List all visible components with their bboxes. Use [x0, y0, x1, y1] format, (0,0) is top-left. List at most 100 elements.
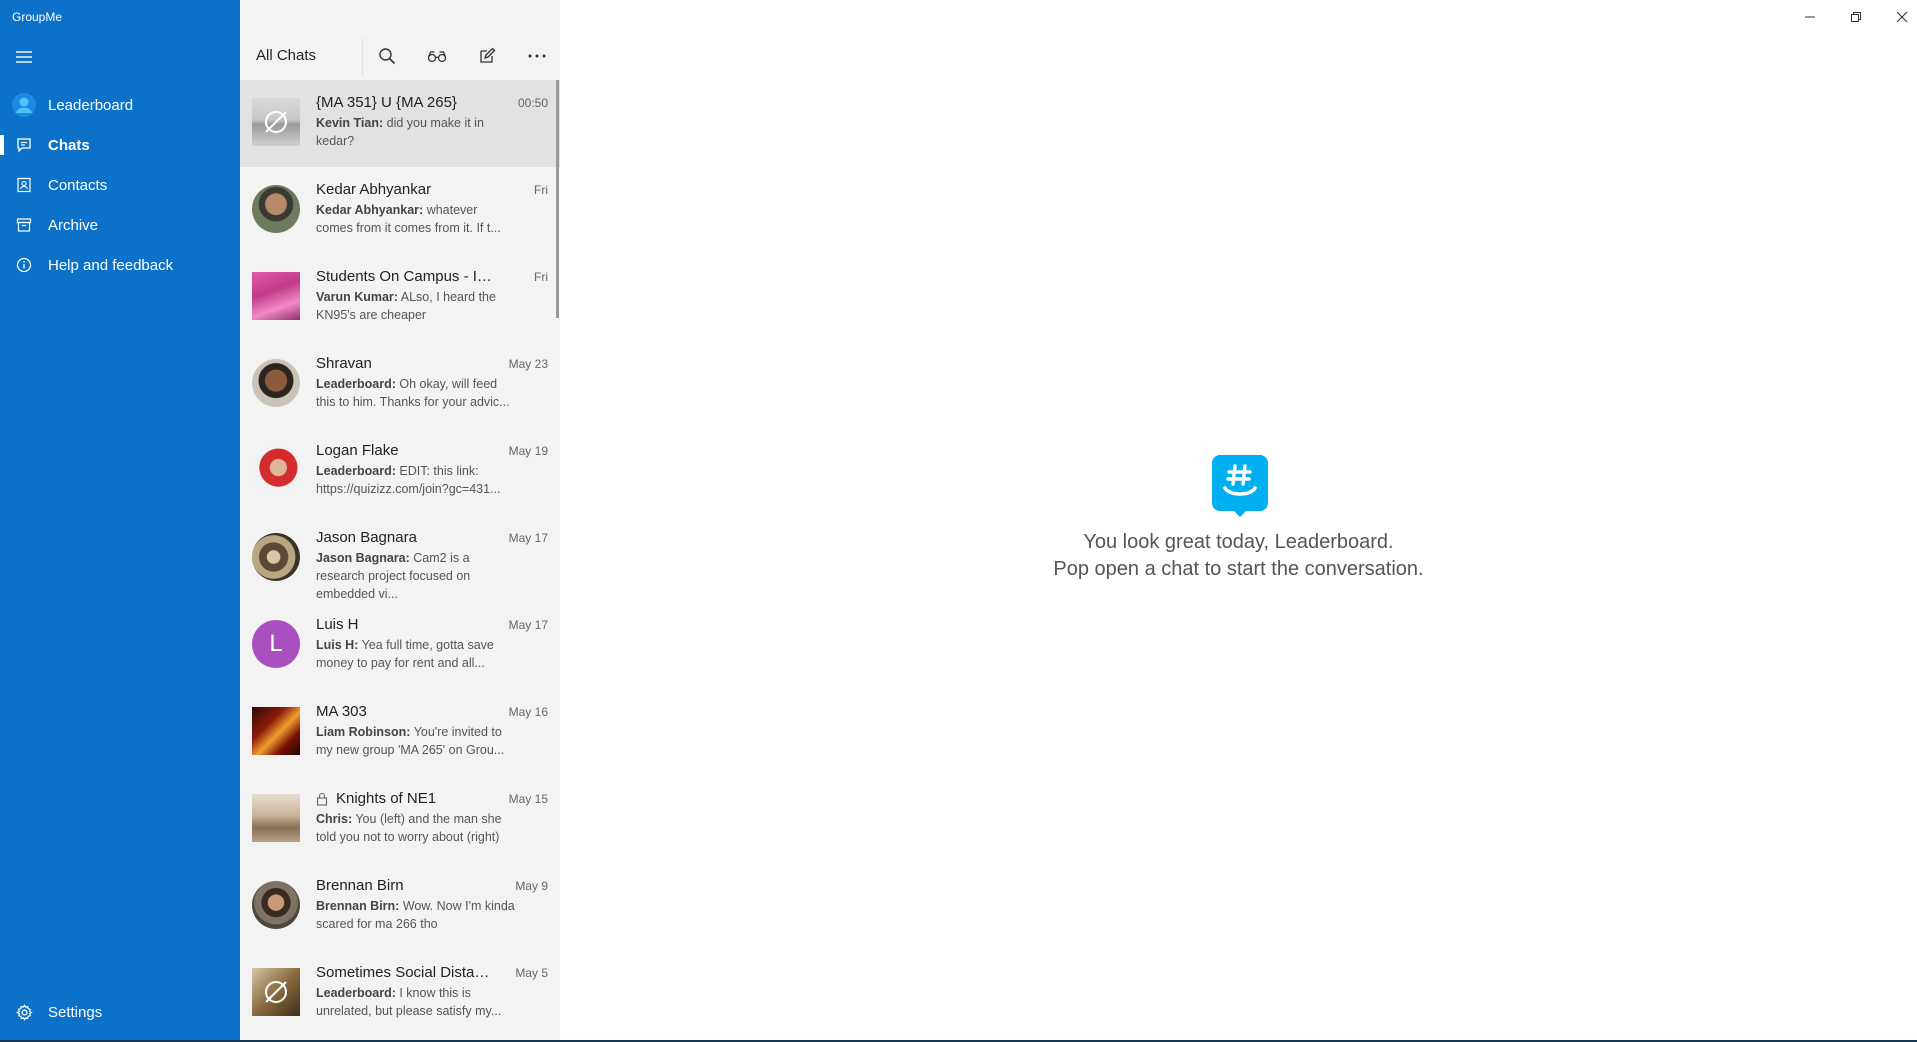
chat-sender: Brennan Birn:	[316, 899, 400, 913]
chat-row[interactable]: Kedar Abhyankar Fri Kedar Abhyankar: wha…	[240, 167, 560, 254]
chat-name: {MA 351} U {MA 265}	[316, 94, 457, 111]
chat-sender: Jason Bagnara:	[316, 551, 410, 565]
chat-preview: Brennan Birn: Wow. Now I'm kinda scared …	[316, 897, 516, 933]
archive-icon	[12, 213, 36, 237]
gear-icon	[12, 1000, 36, 1024]
chat-sender: Leaderboard:	[316, 464, 396, 478]
chat-row[interactable]: L Luis H May 17 Luis H: Yea full time, g…	[240, 602, 560, 689]
chat-time: May 15	[508, 792, 548, 806]
chat-name: Knights of NE1	[316, 790, 496, 807]
nav-item-archive[interactable]: Archive	[0, 205, 240, 245]
nav-label-chats: Chats	[48, 136, 90, 154]
more-options-button[interactable]	[523, 42, 551, 70]
chat-preview: Leaderboard: EDIT: this link: https://qu…	[316, 462, 516, 498]
chat-preview: Varun Kumar: ALso, I heard the KN95's ar…	[316, 288, 516, 324]
chat-sender: Liam Robinson:	[316, 725, 411, 739]
nav-label-archive: Archive	[48, 216, 99, 234]
minimize-icon	[1805, 16, 1815, 18]
new-chat-button[interactable]	[473, 42, 501, 70]
chat-time: May 16	[508, 705, 548, 719]
nav-item-leaderboard[interactable]: Leaderboard	[0, 85, 240, 125]
chat-time: Fri	[534, 270, 548, 284]
chat-name: Luis H	[316, 616, 359, 633]
nav-label-contacts: Contacts	[48, 176, 108, 194]
chat-sender: Kevin Tian:	[316, 116, 384, 130]
chat-row[interactable]: Sometimes Social Distanc... May 5 Leader…	[240, 950, 560, 1037]
chat-preview: Leaderboard: I know this is unrelated, b…	[316, 984, 516, 1020]
search-button[interactable]	[373, 42, 401, 70]
chat-avatar: L	[252, 620, 300, 668]
nav-item-contacts[interactable]: Contacts	[0, 165, 240, 205]
search-icon	[379, 48, 396, 65]
greeting-line-1: You look great today, Leaderboard.	[1083, 531, 1394, 553]
nav-item-chats[interactable]: Chats	[0, 125, 240, 165]
chat-time: May 23	[508, 357, 548, 371]
contacts-icon	[12, 173, 36, 197]
chat-avatar	[252, 359, 300, 407]
chat-row[interactable]: MA 303 May 16 Liam Robinson: You're invi…	[240, 689, 560, 776]
close-icon	[1896, 11, 1908, 23]
avatar-initial: L	[269, 630, 283, 657]
chat-avatar	[252, 98, 300, 146]
chat-row[interactable]: Shravan May 23 Leaderboard: Oh okay, wil…	[240, 341, 560, 428]
chat-avatar	[252, 794, 300, 842]
more-icon	[528, 54, 546, 58]
chat-sender: Varun Kumar:	[316, 290, 398, 304]
settings-label: Settings	[48, 1003, 103, 1021]
chat-row[interactable]: Brennan Birn May 9 Brennan Birn: Wow. No…	[240, 863, 560, 950]
glasses-icon	[427, 51, 447, 63]
chat-row[interactable]: Jason Bagnara May 17 Jason Bagnara: Cam2…	[240, 515, 560, 602]
chat-time: May 9	[515, 879, 548, 893]
groupme-logo-icon	[1212, 455, 1268, 517]
chat-time: May 17	[508, 531, 548, 545]
chat-avatar	[252, 968, 300, 1016]
chat-avatar	[252, 446, 300, 494]
chat-row[interactable]: {MA 351} U {MA 265} 00:50 Kevin Tian: di…	[240, 80, 560, 167]
chat-avatar	[252, 272, 300, 320]
nav-label-help: Help and feedback	[48, 256, 174, 274]
chat-row[interactable]: Logan Flake May 19 Leaderboard: EDIT: th…	[240, 428, 560, 515]
chat-preview: Chris: You (left) and the man she told y…	[316, 810, 516, 846]
chat-name: Jason Bagnara	[316, 529, 417, 546]
chat-sender: Kedar Abhyankar:	[316, 203, 424, 217]
chat-preview: Liam Robinson: You're invited to my new …	[316, 723, 516, 759]
discover-button[interactable]	[423, 42, 451, 70]
info-icon	[12, 253, 36, 277]
nav-item-help[interactable]: Help and feedback	[0, 245, 240, 285]
chat-row[interactable]: Knights of NE1 May 15 Chris: You (left) …	[240, 776, 560, 863]
chat-name: Logan Flake	[316, 442, 399, 459]
chat-time: May 5	[515, 966, 548, 980]
app-title: GroupMe	[12, 10, 63, 24]
chat-name: MA 303	[316, 703, 367, 720]
chat-preview: Kedar Abhyankar: whatever comes from it …	[316, 201, 516, 237]
chat-avatar	[252, 707, 300, 755]
greeting-line-2: Pop open a chat to start the conversatio…	[1053, 558, 1424, 580]
chat-sender: Chris:	[316, 812, 353, 826]
chat-preview: Leaderboard: Oh okay, will feed this to …	[316, 375, 516, 411]
chat-avatar	[252, 533, 300, 581]
chat-name: Shravan	[316, 355, 372, 372]
chat-list-pane: All Chats {MA 351} U {MA 265} 00:50 Kevi…	[240, 0, 560, 1042]
chat-row[interactable]: Students On Campus - In... Fri Varun Kum…	[240, 254, 560, 341]
main-content: You look great today, Leaderboard. Pop o…	[560, 0, 1917, 1042]
user-avatar-icon	[12, 93, 36, 117]
lock-icon	[316, 792, 328, 806]
restore-button[interactable]	[1833, 4, 1879, 30]
hamburger-menu-icon[interactable]	[12, 45, 36, 69]
chat-avatar	[252, 881, 300, 929]
chat-list-header: All Chats	[240, 0, 560, 78]
chat-list-scrollbar[interactable]	[556, 80, 559, 318]
chat-name: Kedar Abhyankar	[316, 181, 432, 198]
chat-sender: Leaderboard:	[316, 986, 396, 1000]
minimize-button[interactable]	[1787, 4, 1833, 30]
chat-preview: Kevin Tian: did you make it in kedar?	[316, 114, 516, 150]
chat-icon	[12, 133, 36, 157]
close-button[interactable]	[1879, 4, 1917, 30]
chat-name: Students On Campus - In...	[316, 268, 496, 285]
chat-avatar	[252, 185, 300, 233]
chat-sender: Leaderboard:	[316, 377, 396, 391]
chat-list-title: All Chats	[256, 47, 317, 64]
navigation-pane: GroupMe Leaderboard Chats Contacts Archi…	[0, 0, 240, 1042]
nav-label-leaderboard: Leaderboard	[48, 96, 134, 114]
nav-item-settings[interactable]: Settings	[0, 992, 240, 1032]
